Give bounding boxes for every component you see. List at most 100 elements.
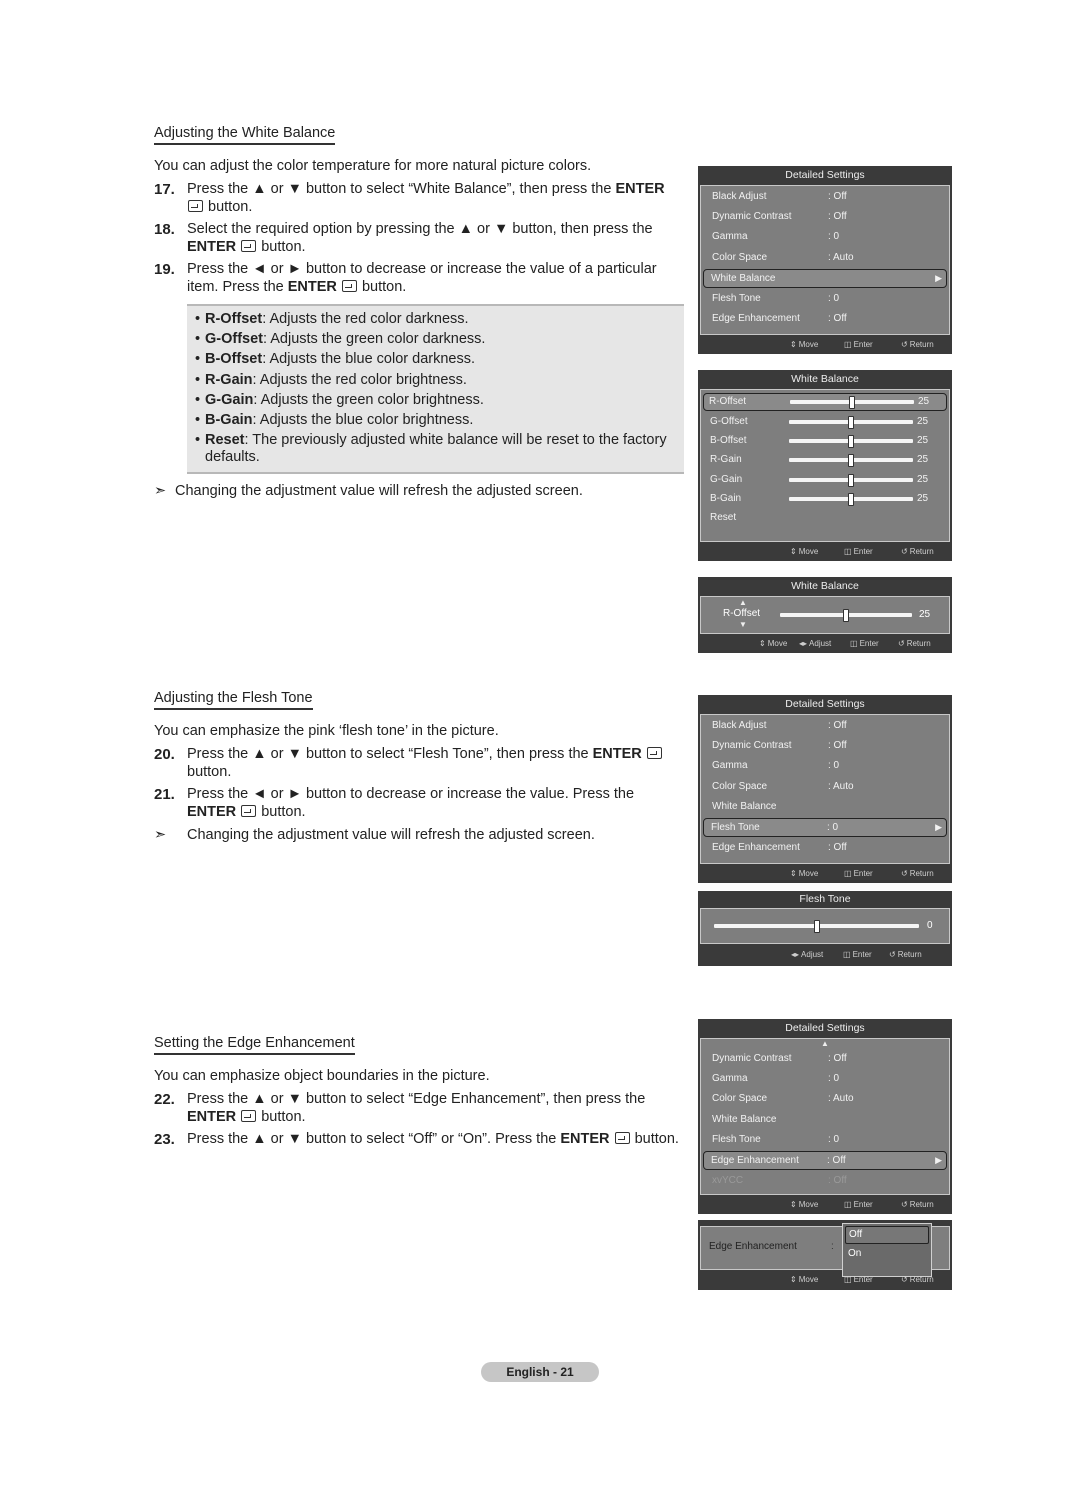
menu-item[interactable]: White Balance [703,797,947,817]
menu-item[interactable]: Gamma: 0 [703,756,947,776]
menu-item[interactable]: Gamma: 0 [703,227,947,247]
up-arrow-icon: ▲ [739,598,747,607]
submenu-arrow-icon: ▶ [935,1154,942,1165]
move-icon: ⇕ [790,1275,797,1284]
note-text: Changing the adjustment value will refre… [175,483,583,500]
menu-item[interactable]: Color Space: Auto [703,248,947,268]
wb-slider-row[interactable]: B-Offset 25 [703,431,947,450]
osd-footer: ⇕ Move ◫ Enter ↺ Return [698,335,952,354]
footer-return: ↺ Return [901,547,934,556]
menu-item[interactable]: Dynamic Contrast: Off [703,207,947,227]
wb-slider-row[interactable]: B-Gain 25 [703,489,947,508]
step-number: 17. [154,181,175,198]
menu-item-label: Black Adjust [712,720,767,731]
osd-footer: ⇕ Move ◫ Enter ↺ Return [698,1195,952,1214]
step-text-pre: Press the ▲ or ▼ button to select “Off” … [187,1131,561,1147]
menu-item[interactable]: Flesh Tone: 0 [703,289,947,309]
wb-slider-row[interactable]: G-Gain 25 [703,470,947,489]
menu-item[interactable]: Black Adjust: Off [703,716,947,736]
menu-item[interactable]: xvYCC: Off [703,1171,947,1191]
note-text: Changing the adjustment value will refre… [187,827,595,843]
bullet-text: G-Offset: Adjusts the green color darkne… [205,331,485,349]
option-description: • R-Gain: Adjusts the red color brightnes… [195,370,678,390]
wb-slider-row[interactable]: G-Offset 25 [703,412,947,431]
menu-item[interactable]: Black Adjust: Off [703,187,947,207]
menu-item-label: White Balance [712,1113,777,1125]
option-dropdown[interactable]: Off On [842,1223,932,1277]
osd-title: Detailed Settings [785,698,865,710]
menu-item-label: Black Adjust [712,191,767,202]
osd-title: Detailed Settings [785,1022,865,1034]
step: 19. Press the ◄ or ► button to decrease … [154,261,684,296]
menu-item-value: : 0 [828,1133,840,1145]
menu-item[interactable]: Gamma: 0 [703,1069,947,1089]
menu-item[interactable]: Color Space: Auto [703,1089,947,1109]
osd-flesh-tone: Flesh Tone 0 ◂▸ Adjust ◫ Enter ↺ Return [698,891,952,966]
menu-item[interactable]: Edge Enhancement: Off [703,838,947,858]
footer-label: Enter [853,340,873,350]
menu-item[interactable]: Flesh Tone: 0 ▶ [703,817,947,837]
slider-knob[interactable] [813,920,820,933]
slider-value: 25 [917,473,929,485]
footer-enter: ◫ Enter [850,639,879,648]
enter-label: ENTER [187,1108,237,1125]
step-text: Press the ▲ or ▼ button to select “Edge … [187,1091,684,1126]
enter-label: ENTER [187,238,237,255]
bullet-icon: • [195,331,201,348]
enter-icon [188,199,203,212]
bullet-term: R-Gain [205,371,253,388]
enter-icon [241,239,257,252]
slider-knob[interactable] [848,416,854,429]
menu-item[interactable]: Dynamic Contrast: Off [703,736,947,756]
scroll-up-icon[interactable]: ▲ [701,1039,949,1049]
menu-item[interactable]: Flesh Tone: 0 [703,1130,947,1150]
wb-slider-row[interactable]: R-Offset 25 [703,393,947,411]
step-text: Press the ▲ or ▼ button to select “White… [187,181,684,216]
enter-icon [241,804,257,817]
menu-item[interactable]: White Balance [703,1110,947,1130]
enter-icon: ◫ [844,869,852,879]
step-text-post: button. [257,1108,306,1125]
wb-slider-row[interactable]: R-Gain 25 [703,450,947,469]
menu-item[interactable]: White Balance ▶ [703,268,947,288]
osd-adjust-panel: 0 [700,908,950,944]
menu-item[interactable]: Edge Enhancement: Off [703,309,947,329]
slider-knob[interactable] [848,473,854,487]
wb-reset[interactable]: Reset [703,508,947,527]
menu-item-label: Edge Enhancement [711,1154,799,1166]
note-arrow-icon: ➣ [154,483,167,500]
bullet-icon: • [195,391,201,408]
options-box: • R-Offset: Adjusts the red color darknes… [187,304,684,475]
footer-label: Return [909,1275,934,1284]
footer-label: Return [906,639,931,648]
menu-item-value: : 0 [828,231,840,243]
slider-knob[interactable] [848,454,854,468]
menu-item-value: : Auto [828,780,854,792]
menu-item-label: Color Space [712,251,768,263]
osd-white-balance-adjust: White Balance ▲ R-Offset ▼ 25 ⇕ Move ◂▸ Ad… [698,577,952,653]
footer-label: Return [897,950,922,959]
footer-move: ⇕ Move [790,1275,818,1284]
osd-detailed-settings-white-balance: Detailed Settings Black Adjust: Off Dynam… [698,166,952,355]
menu-item-label: Color Space [712,1093,768,1105]
return-icon: ↺ [889,950,896,959]
slider-knob[interactable] [849,396,855,409]
osd-footer: ◂▸ Adjust ◫ Enter ↺ Return [698,944,952,966]
bullet-desc: : Adjusts the green color darkness. [263,331,486,348]
option-on[interactable]: On [845,1246,929,1262]
bullet-text: R-Offset: Adjusts the red color darkness… [205,311,469,329]
slider-knob[interactable] [848,492,854,506]
move-icon: ⇕ [790,869,797,879]
footer-move: ⇕ Move [759,639,787,648]
footer-return: ↺ Return [901,1275,934,1284]
osd-footer: ⇕ Move ◫ Enter ↺ Return [698,542,952,561]
menu-item[interactable]: Color Space: Auto [703,777,947,797]
slider-knob[interactable] [843,609,849,622]
slider-knob[interactable] [848,435,854,449]
menu-item[interactable]: Edge Enhancement: Off ▶ [703,1150,947,1170]
step-text-pre: Press the ▲ or ▼ button to select “Flesh… [187,746,593,762]
footer-enter: ◫ Enter [844,1275,873,1284]
menu-item[interactable]: Dynamic Contrast: Off [703,1049,947,1069]
footer-label: Move [798,1200,819,1210]
option-off[interactable]: Off [845,1226,929,1244]
